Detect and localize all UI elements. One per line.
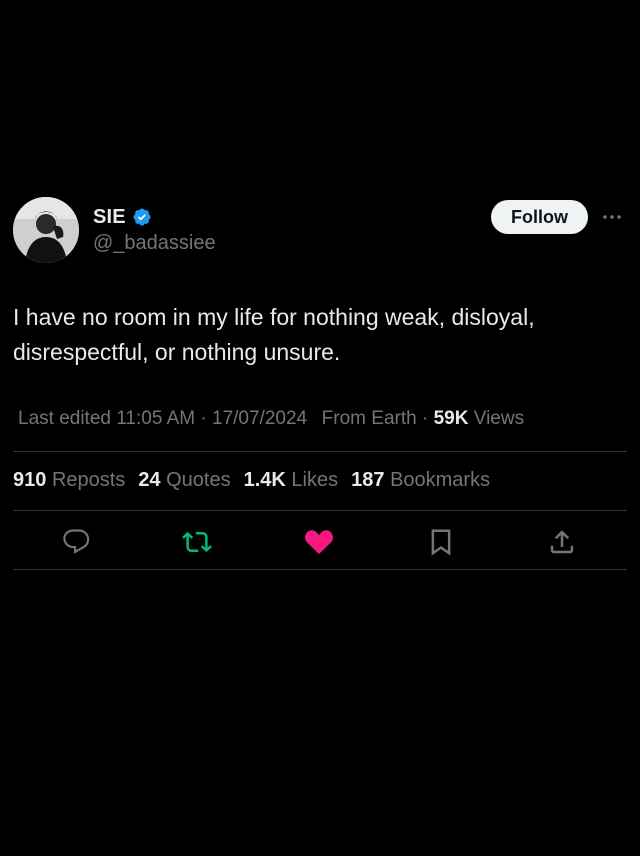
reply-icon: [62, 527, 92, 562]
like-icon: [303, 526, 335, 563]
verified-badge-icon: [132, 207, 152, 227]
like-button[interactable]: [303, 528, 335, 560]
repost-button[interactable]: [181, 528, 213, 560]
follow-button[interactable]: Follow: [491, 200, 588, 234]
user-handle[interactable]: @_badassiee: [93, 232, 216, 255]
divider: [13, 451, 627, 452]
bookmarks-label: Bookmarks: [390, 469, 491, 491]
tweet-detail: SIE @_badassiee Follow I have no room in…: [0, 0, 640, 856]
avatar[interactable]: [13, 197, 79, 263]
quotes-count: 24: [138, 469, 161, 491]
reply-button[interactable]: [61, 528, 93, 560]
engagement-stats: 910 Reposts 24 Quotes 1.4K Likes 187 Boo…: [13, 469, 503, 492]
reposts-label: Reposts: [51, 469, 126, 491]
tweet-source: From Earth: [321, 408, 417, 429]
tweet-meta: Last edited 11:05 AM · 17/07/2024 From E…: [18, 408, 524, 430]
more-horizontal-icon[interactable]: [600, 205, 624, 229]
views-count: 59K: [433, 408, 469, 429]
likes-count: 1.4K: [243, 469, 286, 491]
divider: [13, 510, 627, 511]
bookmark-button[interactable]: [425, 528, 457, 560]
bookmarks-count: 187: [351, 469, 385, 491]
views-label: Views: [473, 408, 525, 429]
user-name-row[interactable]: SIE: [93, 204, 152, 230]
meta-separator: ·: [200, 408, 207, 429]
tweet-time[interactable]: 11:05 AM: [116, 408, 195, 429]
bookmark-icon: [426, 527, 456, 562]
meta-separator-2: ·: [421, 408, 429, 429]
reposts-count: 910: [13, 469, 47, 491]
quotes-label: Quotes: [166, 469, 231, 491]
stat-quotes[interactable]: 24 Quotes: [138, 469, 230, 492]
display-name[interactable]: SIE: [93, 206, 126, 229]
action-bar: [0, 528, 640, 560]
divider: [13, 569, 627, 570]
tweet-text: I have no room in my life for nothing we…: [13, 304, 535, 365]
stat-bookmarks[interactable]: 187 Bookmarks: [351, 469, 490, 492]
stat-reposts[interactable]: 910 Reposts: [13, 469, 125, 492]
repost-icon: [182, 527, 212, 562]
likes-label: Likes: [291, 469, 339, 491]
stat-likes[interactable]: 1.4K Likes: [244, 469, 339, 492]
share-button[interactable]: [546, 528, 578, 560]
tweet-date[interactable]: 17/07/2024: [212, 408, 307, 429]
share-icon: [547, 527, 577, 562]
edited-label[interactable]: Last edited: [18, 408, 111, 429]
